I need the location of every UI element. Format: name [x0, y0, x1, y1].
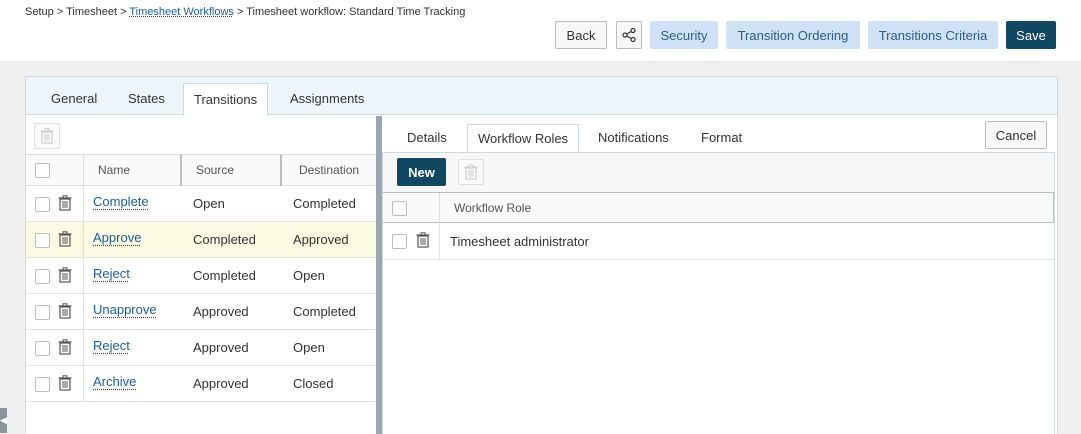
transitions-criteria-button[interactable]: Transitions Criteria: [868, 21, 998, 49]
back-button[interactable]: Back: [555, 21, 607, 49]
table-row[interactable]: Reject Approved Open: [26, 330, 376, 366]
transitions-table-header: Name Source Destination: [26, 155, 376, 186]
transition-ordering-button[interactable]: Transition Ordering: [726, 21, 860, 49]
transition-name-link[interactable]: Unapprove: [93, 294, 157, 330]
tab-transitions[interactable]: Transitions: [183, 83, 269, 116]
column-destination[interactable]: Destination: [280, 155, 376, 186]
tab-states[interactable]: States: [128, 77, 165, 115]
table-row[interactable]: Archive Approved Closed: [26, 366, 376, 402]
security-button[interactable]: Security: [650, 21, 718, 49]
workflow-roles-panel: New Workflow Role Timesheet administrato…: [382, 152, 1055, 434]
share-icon: [622, 27, 636, 43]
new-role-button[interactable]: New: [397, 158, 446, 186]
transition-destination: Completed: [293, 304, 356, 319]
save-button[interactable]: Save: [1006, 21, 1056, 49]
transition-name-link[interactable]: Approve: [93, 222, 141, 258]
table-row[interactable]: Unapprove Approved Completed: [26, 294, 376, 330]
tab-workflow-roles[interactable]: Workflow Roles: [467, 124, 580, 153]
transition-destination: Completed: [293, 196, 356, 211]
transition-destination: Approved: [293, 232, 349, 247]
trash-icon[interactable]: [58, 267, 72, 286]
transition-destination: Closed: [293, 376, 334, 391]
transition-source: Approved: [193, 340, 249, 355]
transition-name-link[interactable]: Reject: [93, 258, 130, 294]
row-checkbox[interactable]: [392, 234, 407, 249]
tab-details[interactable]: Details: [407, 116, 447, 151]
row-checkbox[interactable]: [35, 197, 50, 212]
transitions-pane: Name Source Destination Complete Open Comp…: [26, 116, 376, 434]
transition-destination: Open: [293, 340, 325, 355]
tab-assignments[interactable]: Assignments: [290, 77, 364, 115]
table-row[interactable]: Complete Open Completed: [26, 186, 376, 222]
trash-icon[interactable]: [58, 303, 72, 322]
collapse-handle[interactable]: ◀: [0, 408, 7, 433]
transition-destination: Open: [293, 268, 325, 283]
table-row[interactable]: Reject Completed Open: [26, 258, 376, 294]
select-all-checkbox[interactable]: [35, 163, 50, 178]
trash-icon[interactable]: [58, 339, 72, 358]
column-divider: [439, 223, 440, 260]
transition-source: Approved: [193, 376, 249, 391]
row-checkbox[interactable]: [35, 305, 50, 320]
delete-roles-button[interactable]: [458, 159, 484, 185]
breadcrumb: Setup > Timesheet > Timesheet Workflows …: [25, 6, 465, 18]
trash-icon[interactable]: [58, 375, 72, 394]
table-row[interactable]: Approve Completed Approved: [26, 222, 376, 258]
breadcrumb-current: > Timesheet workflow: Standard Time Trac…: [233, 6, 466, 18]
trash-icon: [464, 164, 478, 180]
trash-icon[interactable]: [416, 232, 430, 251]
transition-name-link[interactable]: Archive: [93, 366, 136, 402]
workflow-role-name: Timesheet administrator: [450, 234, 589, 249]
top-bar: Setup > Timesheet > Timesheet Workflows …: [0, 0, 1081, 62]
cancel-button[interactable]: Cancel: [985, 121, 1047, 149]
breadcrumb-link-timesheet-workflows[interactable]: Timesheet Workflows: [129, 6, 234, 18]
trash-icon[interactable]: [58, 195, 72, 214]
workflow-panel: General States Transitions Assignments N…: [25, 76, 1058, 434]
tab-notifications[interactable]: Notifications: [598, 116, 669, 151]
select-all-roles-checkbox[interactable]: [392, 201, 407, 216]
transition-source: Completed: [193, 232, 256, 247]
column-workflow-role[interactable]: Workflow Role: [439, 193, 1054, 224]
transition-source: Approved: [193, 304, 249, 319]
delete-transitions-button[interactable]: [34, 123, 60, 149]
transition-detail-pane: Details Workflow Roles Notifications For…: [382, 116, 1057, 434]
tab-general[interactable]: General: [51, 77, 97, 115]
transition-source: Open: [193, 196, 225, 211]
tab-format[interactable]: Format: [701, 116, 742, 151]
row-checkbox[interactable]: [35, 233, 50, 248]
share-button[interactable]: [616, 21, 642, 49]
trash-icon[interactable]: [58, 231, 72, 250]
roles-table-header: Workflow Role: [383, 192, 1054, 224]
chevron-left-icon: ◀: [0, 415, 7, 425]
row-checkbox[interactable]: [35, 377, 50, 392]
row-checkbox[interactable]: [35, 269, 50, 284]
transition-name-link[interactable]: Complete: [93, 186, 149, 222]
column-name[interactable]: Name: [83, 155, 180, 186]
breadcrumb-root: Setup > Timesheet >: [25, 6, 130, 18]
table-row[interactable]: Timesheet administrator: [383, 223, 1054, 260]
transitions-toolbar: [26, 116, 376, 155]
row-checkbox[interactable]: [35, 341, 50, 356]
trash-icon: [40, 128, 54, 144]
main-tabbar: General States Transitions Assignments: [26, 77, 1057, 116]
column-source[interactable]: Source: [180, 155, 280, 186]
column-divider: [83, 186, 84, 402]
roles-toolbar: New: [383, 153, 1054, 192]
transition-source: Completed: [193, 268, 256, 283]
transition-name-link[interactable]: Reject: [93, 330, 130, 366]
